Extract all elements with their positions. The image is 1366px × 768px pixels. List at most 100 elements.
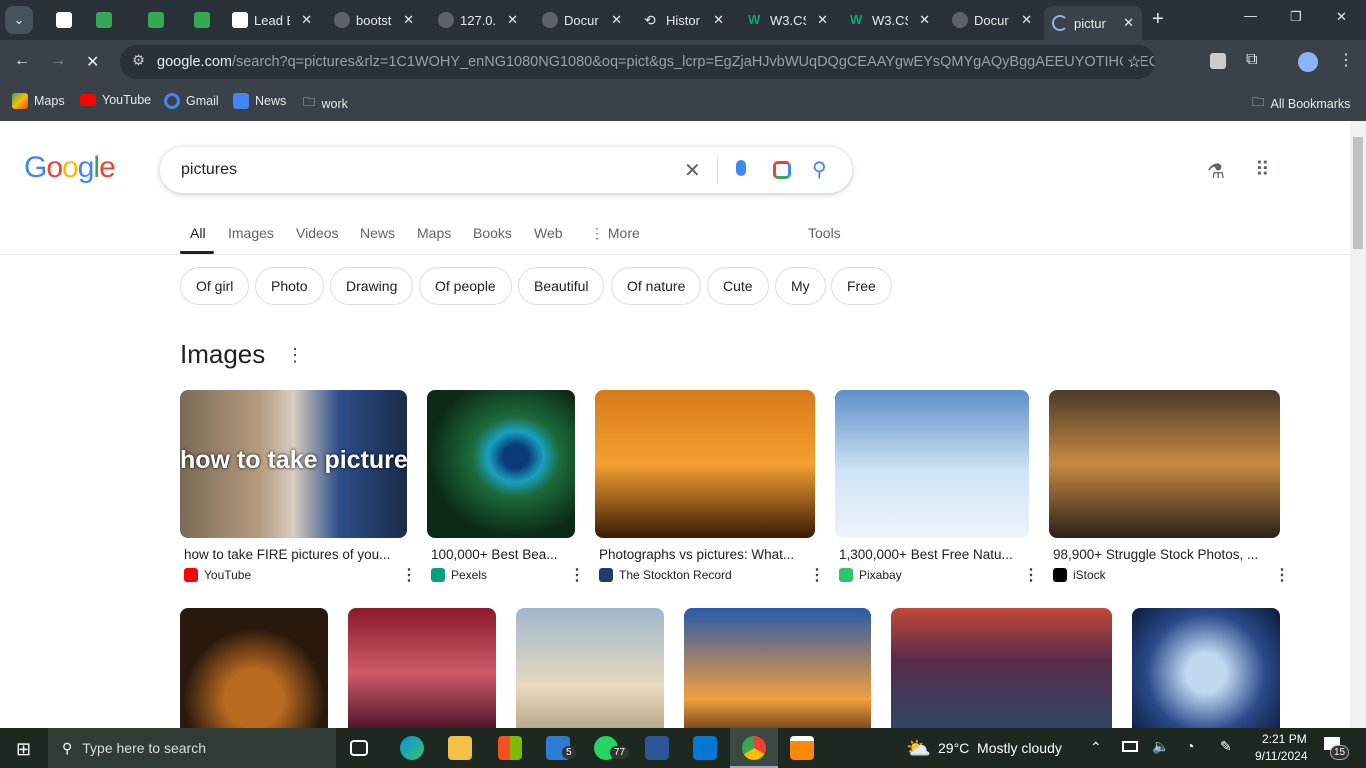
filter-chip[interactable]: Photo: [255, 267, 324, 305]
nav-tab-maps[interactable]: Maps: [417, 225, 451, 241]
image-result[interactable]: [595, 390, 815, 538]
image-source[interactable]: YouTube: [184, 568, 251, 582]
image-result[interactable]: [1132, 608, 1280, 728]
nav-tab-news[interactable]: News: [360, 225, 395, 241]
nav-tab-videos[interactable]: Videos: [296, 225, 339, 241]
browser-tab[interactable]: pictur ✕: [1044, 6, 1142, 40]
browser-tab[interactable]: Lead E ✕: [224, 6, 320, 34]
store-icon[interactable]: [498, 736, 522, 760]
hidden-icons-chevron[interactable]: ⌃: [1090, 739, 1102, 756]
weather-cloud-icon[interactable]: ⛅: [906, 736, 931, 761]
clock-date[interactable]: 9/11/2024: [1255, 749, 1308, 763]
scrollbar-thumb[interactable]: [1353, 137, 1363, 249]
weather-text[interactable]: 29°C Mostly cloudy: [938, 740, 1062, 756]
bookmark-folder-work[interactable]: 🗀 work: [303, 93, 348, 114]
image-result[interactable]: how to take pictures: [180, 390, 407, 538]
more-options-icon[interactable]: ⋮: [1274, 565, 1290, 585]
image-source[interactable]: iStock: [1053, 568, 1106, 582]
tab-search-button[interactable]: ⌄: [5, 6, 33, 34]
task-view-icon[interactable]: [350, 740, 368, 756]
image-result[interactable]: [348, 608, 496, 728]
image-result[interactable]: [516, 608, 664, 728]
more-options-icon[interactable]: ⋮: [809, 565, 825, 585]
more-options-icon[interactable]: ⋮: [1023, 565, 1039, 585]
browser-tab[interactable]: [48, 6, 78, 34]
image-source[interactable]: Pixabay: [839, 568, 902, 582]
image-result[interactable]: [180, 608, 328, 728]
pen-icon[interactable]: ✎: [1220, 738, 1232, 755]
edge-icon[interactable]: [400, 736, 424, 760]
taskbar-search[interactable]: ⚲ Type here to search: [48, 728, 336, 768]
clock-time[interactable]: 2:21 PM: [1262, 732, 1307, 746]
nav-tab-images[interactable]: Images: [228, 225, 274, 241]
extensions-puzzle-icon[interactable]: ⧉: [1246, 51, 1257, 69]
image-caption[interactable]: how to take FIRE pictures of you...: [184, 547, 403, 562]
browser-tab[interactable]: 127.0. ✕: [430, 6, 526, 34]
browser-tab[interactable]: Docur ✕: [534, 6, 630, 34]
filter-chip[interactable]: Cute: [707, 267, 769, 305]
browser-tab[interactable]: ⟲ Histor ✕: [636, 6, 732, 34]
google-logo[interactable]: Google: [24, 151, 116, 185]
vlc-icon[interactable]: [790, 736, 814, 760]
more-options-icon[interactable]: ⋮: [569, 565, 585, 585]
image-caption[interactable]: Photographs vs pictures: What...: [599, 547, 811, 562]
nav-tab-all[interactable]: All: [190, 225, 206, 241]
bookmark-gmail[interactable]: Gmail: [164, 93, 219, 109]
close-tab-icon[interactable]: ✕: [507, 12, 518, 28]
wifi-icon[interactable]: ◔: [1186, 738, 1194, 754]
nav-tab-web[interactable]: Web: [534, 225, 563, 241]
vscode-icon[interactable]: [693, 736, 717, 760]
stop-button[interactable]: ✕: [86, 52, 99, 72]
volume-icon[interactable]: 🔈: [1152, 738, 1169, 755]
close-tab-icon[interactable]: ✕: [1021, 12, 1032, 28]
browser-tab[interactable]: [186, 6, 216, 34]
maximize-button[interactable]: ❐: [1290, 9, 1302, 25]
nav-tab-more[interactable]: ⋮ More: [590, 225, 640, 242]
more-options-icon[interactable]: ⋮: [401, 565, 417, 585]
filter-chip[interactable]: Drawing: [330, 267, 414, 305]
bookmark-star-icon[interactable]: ☆: [1123, 52, 1142, 72]
file-explorer-icon[interactable]: [448, 736, 472, 760]
browser-tab[interactable]: [140, 6, 170, 34]
browser-tab[interactable]: [88, 6, 118, 34]
browser-tab[interactable]: W W3.CS ✕: [842, 6, 938, 34]
filter-chip[interactable]: Of nature: [611, 267, 702, 305]
close-window-button[interactable]: ✕: [1336, 9, 1347, 25]
chrome-icon[interactable]: [742, 736, 766, 760]
close-tab-icon[interactable]: ✕: [403, 12, 414, 28]
close-tab-icon[interactable]: ✕: [817, 12, 828, 28]
browser-tab[interactable]: W W3.CS ✕: [740, 6, 836, 34]
search-input[interactable]: pictures: [181, 161, 237, 179]
start-windows-icon[interactable]: ⊞: [16, 739, 31, 760]
bookmark-youtube[interactable]: YouTube: [80, 93, 151, 107]
search-box[interactable]: pictures ✕ ⚲: [160, 147, 852, 193]
word-icon[interactable]: [645, 736, 669, 760]
filter-chip[interactable]: Of people: [419, 267, 512, 305]
image-result[interactable]: [835, 390, 1029, 538]
scrollbar[interactable]: [1350, 121, 1366, 728]
search-icon[interactable]: ⚲: [812, 157, 827, 182]
all-bookmarks[interactable]: 🗀 All Bookmarks: [1252, 93, 1350, 114]
address-bar[interactable]: ⚙ google.com/search?q=pictures&rlz=1C1WO…: [120, 45, 1155, 79]
close-tab-icon[interactable]: ✕: [713, 12, 724, 28]
bookmark-news[interactable]: News: [233, 93, 286, 109]
image-caption[interactable]: 98,900+ Struggle Stock Photos, ...: [1053, 547, 1276, 562]
image-caption[interactable]: 1,300,000+ Best Free Natu...: [839, 547, 1025, 562]
battery-icon[interactable]: [1122, 741, 1138, 752]
clear-icon[interactable]: ✕: [684, 158, 701, 183]
nav-tab-books[interactable]: Books: [473, 225, 512, 241]
close-tab-icon[interactable]: ✕: [919, 12, 930, 28]
image-caption[interactable]: 100,000+ Best Bea...: [431, 547, 571, 562]
filter-chip[interactable]: Free: [831, 267, 892, 305]
menu-icon[interactable]: ⋮: [1338, 50, 1354, 70]
image-result[interactable]: [891, 608, 1112, 728]
labs-flask-icon[interactable]: ⚗: [1207, 159, 1225, 184]
nav-tab-tools[interactable]: Tools: [808, 225, 841, 241]
apps-grid-icon[interactable]: ⠿: [1255, 157, 1270, 182]
filter-chip[interactable]: Of girl: [180, 267, 250, 305]
extension-icon[interactable]: [1210, 53, 1226, 69]
image-result[interactable]: [1049, 390, 1280, 538]
lens-icon[interactable]: [773, 161, 791, 179]
back-button[interactable]: ←: [14, 52, 30, 70]
filter-chip[interactable]: Beautiful: [518, 267, 605, 305]
